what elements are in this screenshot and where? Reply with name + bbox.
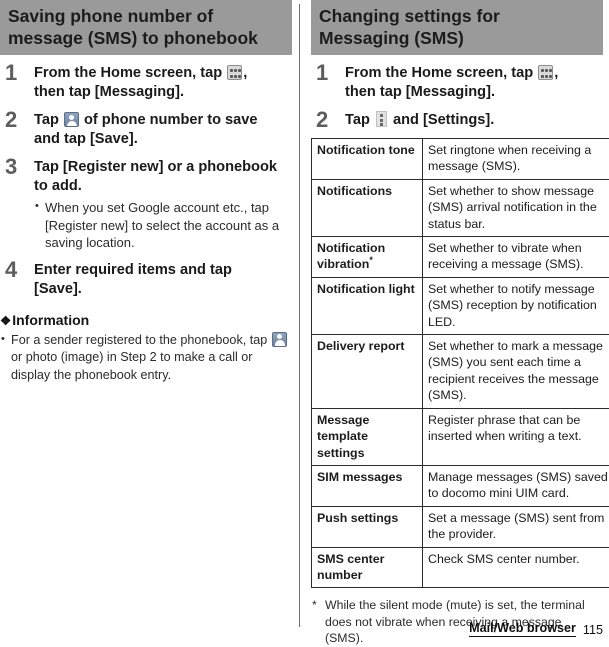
left-step-1-text-line2: then tap [Messaging]. [34, 84, 184, 100]
left-step-1: 1 From the Home screen, tap , then tap [… [0, 64, 292, 102]
right-step-2-text-before: Tap [345, 112, 374, 128]
left-step-3-text-line2: to add. [34, 178, 82, 194]
setting-description: Set ringtone when receiving a message (S… [423, 139, 609, 180]
left-step-2-text-before: Tap [34, 112, 63, 128]
right-step-1-text-after: , [554, 65, 558, 81]
setting-name: Notifications [312, 179, 423, 236]
information-bullet-1: For a sender registered to the phonebook… [0, 332, 292, 385]
left-step-1-text: From the Home screen, tap , then tap [Me… [34, 64, 292, 102]
right-section-title-line1: Changing settings for [319, 5, 595, 27]
left-step-2-text-line2: and tap [Save]. [34, 131, 138, 147]
right-step-2: 2 Tap and [Settings]. [311, 111, 603, 130]
setting-description: Set a message (SMS) sent from the provid… [423, 506, 609, 547]
table-row: Notification vibration* Set whether to v… [312, 237, 609, 278]
setting-name: SIM messages [312, 465, 423, 506]
setting-name: SMS center number [312, 547, 423, 588]
right-step-1-number: 1 [316, 62, 328, 84]
setting-name: Delivery report [312, 335, 423, 409]
right-section-title-line2: Messaging (SMS) [319, 27, 595, 49]
left-step-4: 4 Enter required items and tap [Save]. [0, 261, 292, 299]
manual-page: Saving phone number of message (SMS) to … [0, 0, 609, 645]
left-section-title-line1: Saving phone number of [8, 5, 284, 27]
setting-description: Set whether to show message (SMS) arriva… [423, 179, 609, 236]
overflow-menu-icon [376, 111, 387, 127]
right-step-2-number: 2 [316, 109, 328, 131]
right-section-header: Changing settings for Messaging (SMS) [311, 0, 603, 55]
left-step-3-text-line1: Tap [Register new] or a phonebook [34, 159, 277, 175]
diamond-icon: ❖ [0, 314, 11, 328]
setting-description: Set whether to mark a message (SMS) you … [423, 335, 609, 409]
left-step-2-number: 2 [5, 109, 17, 131]
table-row: SMS center number Check SMS center numbe… [312, 547, 609, 588]
left-section-title-line2: message (SMS) to phonebook [8, 27, 284, 49]
left-section-header: Saving phone number of message (SMS) to … [0, 0, 292, 55]
left-step-2-text: Tap of phone number to save and tap [Sav… [34, 111, 292, 149]
setting-description: Register phrase that can be inserted whe… [423, 408, 609, 465]
table-row: Push settings Set a message (SMS) sent f… [312, 506, 609, 547]
setting-name: Message template settings [312, 408, 423, 465]
asterisk-marker: * [369, 255, 373, 265]
footer-chapter-label: Mail/Web browser [469, 621, 576, 637]
left-step-4-text: Enter required items and tap [Save]. [34, 261, 292, 299]
right-step-2-text-after: and [Settings]. [389, 112, 494, 128]
setting-name: Notification tone [312, 139, 423, 180]
page-footer: Mail/Web browser 115 [469, 621, 603, 637]
setting-description: Set whether to notify message (SMS) rece… [423, 277, 609, 334]
left-step-2-text-after: of phone number to save [80, 112, 258, 128]
settings-table: Notification tone Set ringtone when rece… [311, 138, 609, 588]
app-drawer-icon [227, 65, 242, 80]
left-step-4-text-line2: [Save]. [34, 281, 82, 297]
right-step-2-text: Tap and [Settings]. [345, 111, 603, 130]
right-step-1-text: From the Home screen, tap , then tap [Me… [345, 64, 603, 102]
left-step-3-bullet-1: When you set Google account etc., tap [R… [34, 199, 292, 252]
setting-name: Notification light [312, 277, 423, 334]
left-step-2: 2 Tap of phone number to save and tap [S… [0, 111, 292, 149]
right-step-1-text-before: From the Home screen, tap [345, 65, 537, 81]
information-bullet-1-part1: For a sender registered to the phonebook… [11, 333, 271, 347]
left-step-1-text-before: From the Home screen, tap [34, 65, 226, 81]
left-column: Saving phone number of message (SMS) to … [0, 0, 292, 384]
app-drawer-icon [538, 65, 553, 80]
left-step-3-bullets: When you set Google account etc., tap [R… [34, 199, 292, 252]
contact-icon [64, 112, 79, 127]
table-row: Delivery report Set whether to mark a me… [312, 335, 609, 409]
table-row: Notification light Set whether to notify… [312, 277, 609, 334]
contact-icon [272, 332, 287, 347]
left-step-1-number: 1 [5, 62, 17, 84]
table-row: Notification tone Set ringtone when rece… [312, 139, 609, 180]
left-step-3-number: 3 [5, 156, 17, 178]
left-step-3-text: Tap [Register new] or a phonebook to add… [34, 158, 292, 252]
table-row: SIM messages Manage messages (SMS) saved… [312, 465, 609, 506]
left-step-3: 3 Tap [Register new] or a phonebook to a… [0, 158, 292, 252]
information-bullets: For a sender registered to the phonebook… [0, 332, 292, 385]
left-step-4-number: 4 [5, 259, 17, 281]
table-row: Notifications Set whether to show messag… [312, 179, 609, 236]
information-heading: ❖Information [0, 311, 292, 330]
left-step-1-text-after: , [243, 65, 247, 81]
footer-page-number: 115 [583, 623, 603, 637]
table-row: Message template settings Register phras… [312, 408, 609, 465]
setting-name: Notification vibration* [312, 237, 423, 278]
setting-description: Set whether to vibrate when receiving a … [423, 237, 609, 278]
left-step-4-text-line1: Enter required items and tap [34, 262, 232, 278]
setting-description: Check SMS center number. [423, 547, 609, 588]
column-divider [299, 4, 300, 627]
setting-name: Push settings [312, 506, 423, 547]
setting-name-label: Notification vibration [317, 241, 385, 271]
right-step-1-text-line2: then tap [Messaging]. [345, 84, 495, 100]
footnote-marker: * [312, 597, 317, 614]
information-heading-label: Information [12, 312, 89, 328]
setting-description: Manage messages (SMS) saved to docomo mi… [423, 465, 609, 506]
right-step-1: 1 From the Home screen, tap , then tap [… [311, 64, 603, 102]
information-bullet-1-part2: or photo (image) in Step 2 to make a cal… [11, 350, 253, 382]
right-column: Changing settings for Messaging (SMS) 1 … [311, 0, 603, 647]
